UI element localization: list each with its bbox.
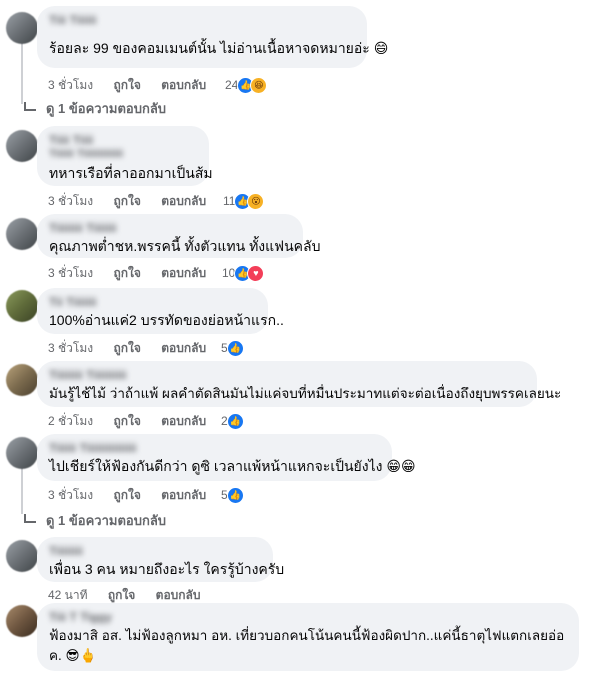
comment-actions: 3 ชั่วโมง ถูกใจ ตอบกลับ [48,265,223,281]
comment-text: ไปเชียร์ให้ฟ้องกันดีกว่า ดูซิ เวลาแพ้หน้… [49,458,416,474]
comment-time[interactable]: 3 ชั่วโมง [48,341,93,355]
commenter-subname [49,28,355,36]
comment-bubble: Tiiiiii Tiiiiiiiiiiiiiii ไปเชียร์ให้ฟ้อง… [37,434,416,481]
avatar[interactable] [6,130,38,162]
comment-time[interactable]: 3 ชั่วโมง [48,78,93,92]
comment-text: ฟ้องมาสิ อส. ไม่ฟ้องลูกหมา อห. เที่ยวบอก… [49,628,565,663]
avatar[interactable] [6,540,38,572]
comment-time[interactable]: 3 ชั่วโมง [48,194,93,208]
like-icon: 👍 [226,412,244,430]
commenter-name[interactable]: Tiiii Tiiii [49,133,197,147]
comment-actions: 2 ชั่วโมง ถูกใจ ตอบกลับ [48,413,223,429]
like-icon: 👍 [226,339,244,357]
comment-bubble: Tiiiiiiii Tiiiiiii คุณภาพต่ำชห.พรรคนี้ ท… [37,214,321,258]
like-icon: 👍 [226,486,244,504]
thread-line [21,40,23,104]
comment-time[interactable]: 3 ชั่วโมง [48,266,93,280]
like-button[interactable]: ถูกใจ [113,488,140,502]
comment-actions: 3 ชั่วโมง ถูกใจ ตอบกลับ [48,487,223,503]
commenter-name[interactable]: Tiii T Tiggy [49,610,567,624]
comment-bubble: Tiiiiiiii Tiiiiiiiiii มันรู้ไช้ไม้ ว่าถ้… [37,361,562,407]
comment-time[interactable]: 3 ชั่วโมง [48,488,93,502]
haha-icon: 😆 [250,76,268,94]
commenter-subname: Tiiiiii Tiiiiiiiiiiiii [49,148,124,160]
comment-time[interactable]: 2 ชั่วโมง [48,414,93,428]
commenter-name[interactable]: Tiiiiiiii [49,544,261,558]
like-button[interactable]: ถูกใจ [113,266,140,280]
like-button[interactable]: ถูกใจ [113,194,140,208]
reply-arrow-icon [24,102,36,111]
reaction-summary[interactable]: 10 👍 ♥ [222,263,265,283]
like-button[interactable]: ถูกใจ [113,78,140,92]
avatar[interactable] [6,218,38,250]
commenter-name[interactable]: Tiiiiiiii Tiiiiiii [49,221,291,235]
reaction-count: 24 [225,78,239,92]
comment-actions: 3 ชั่วโมง ถูกใจ ตอบกลับ [48,340,223,356]
comment-text: 100%อ่านแค่2 บรรทัดของย่อหน้าแรก.. [49,312,284,328]
commenter-name[interactable]: Tii Tiiiiiii [49,295,256,309]
comment-time[interactable]: 42 นาที [48,588,88,602]
avatar[interactable] [6,290,38,322]
reaction-summary[interactable]: 5 👍 [221,338,244,358]
commenter-name[interactable]: Tiiiiii Tiiiiiiiiiiiiiii [49,441,380,455]
reply-button[interactable]: ตอบกลับ [161,194,206,208]
reply-button[interactable]: ตอบกลับ [161,266,206,280]
comment-text: มันรู้ไช้ไม้ ว่าถ้าแพ้ ผลคำตัดสินมันไม่แ… [49,386,562,401]
reaction-summary[interactable]: 2 👍 [221,411,244,431]
reply-button[interactable]: ตอบกลับ [156,588,201,602]
avatar[interactable] [6,437,38,469]
view-replies-label[interactable]: ดู 1 ข้อความตอบกลับ [46,510,166,531]
reply-button[interactable]: ตอบกลับ [161,341,206,355]
reply-button[interactable]: ตอบกลับ [161,488,206,502]
view-replies-link[interactable]: ดู 1 ข้อความตอบกลับ [24,98,166,119]
comment-actions: 3 ชั่วโมง ถูกใจ ตอบกลับ [48,193,223,209]
comment-text: คุณภาพต่ำชห.พรรคนี้ ทั้งตัวแทน ทั้งแฟนคล… [49,238,321,254]
comment-bubble: Tiii Tiiiiii ร้อยละ 99 ของคอมเมนต์นั้น ไ… [37,6,389,68]
reaction-summary[interactable]: 24 👍 😆 [225,75,268,95]
comment-bubble: Tiiiiiiii เพื่อน 3 คน หมายถึงอะไร ใครรู้… [37,537,285,582]
thread-line [21,466,23,514]
like-button[interactable]: ถูกใจ [113,341,140,355]
avatar[interactable] [6,12,38,44]
reply-button[interactable]: ตอบกลับ [161,78,206,92]
reply-arrow-icon [24,514,36,523]
like-button[interactable]: ถูกใจ [108,588,135,602]
reply-button[interactable]: ตอบกลับ [161,414,206,428]
commenter-name[interactable]: Tiii Tiiiiii [49,13,355,27]
reaction-summary[interactable]: 5 👍 [221,485,244,505]
comment-bubble: Tiii T Tiggy ฟ้องมาสิ อส. ไม่ฟ้องลูกหมา … [37,603,579,671]
avatar[interactable] [6,605,38,637]
comment-text: ทหารเรือที่ลาออกมาเป็นส้ม [49,165,213,181]
view-replies-link[interactable]: ดู 1 ข้อความตอบกลับ [24,510,166,531]
comment-text: เพื่อน 3 คน หมายถึงอะไร ใครรู้บ้างครับ [49,561,285,577]
commenter-name[interactable]: Tiiiiiiii Tiiiiiiiiii [49,368,525,382]
comment-bubble: Tii Tiiiiiii 100%อ่านแค่2 บรรทัดของย่อหน… [37,288,284,334]
reaction-count: 10 [222,266,236,280]
view-replies-label[interactable]: ดู 1 ข้อความตอบกลับ [46,98,166,119]
comment-actions: 42 นาที ถูกใจ ตอบกลับ [48,587,218,603]
comment-bubble: Tiiii Tiiii Tiiiiii Tiiiiiiiiiiiii ทหารเ… [37,126,213,186]
comment-text: ร้อยละ 99 ของคอมเมนต์นั้น ไม่อ่านเนื้อหา… [49,40,389,56]
wow-icon: 😮 [247,192,265,210]
avatar[interactable] [6,364,38,396]
like-button[interactable]: ถูกใจ [113,414,140,428]
comment-actions: 3 ชั่วโมง ถูกใจ ตอบกลับ [48,77,223,93]
reaction-summary[interactable]: 11 👍 😮 [223,191,265,211]
love-icon: ♥ [247,264,265,282]
